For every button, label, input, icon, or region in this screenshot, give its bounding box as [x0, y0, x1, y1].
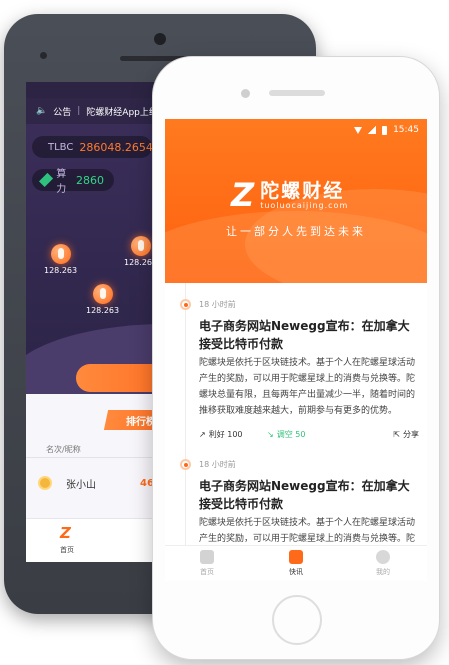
tab-home[interactable]: 首页 [187, 550, 227, 577]
tlbc-balance: TLBC 286048.26548 [32, 136, 160, 158]
news-title[interactable]: 电子商务网站Newegg宣布：在加拿大接受比特币付款 [199, 317, 415, 353]
z-logo-icon: Z [231, 176, 255, 214]
bearish-count: 调空 50 [276, 430, 306, 439]
android-camera [154, 33, 166, 45]
rank-user-name: 张小山 [66, 479, 96, 491]
tab-profile[interactable]: 我的 [363, 550, 403, 577]
bearish-button[interactable]: ↘ 调空 50 [267, 429, 305, 440]
coin-amount: 128.263 [44, 266, 78, 275]
tab-flash-news[interactable]: 快讯 [276, 550, 316, 577]
home-button[interactable] [272, 595, 322, 645]
power-value: 2860 [76, 173, 104, 187]
iphone-speaker [269, 90, 325, 96]
tlbc-label: TLBC [48, 141, 74, 153]
brand-domain: tuoluocaijing.com [260, 200, 349, 210]
brand-name: 陀螺财经 [260, 179, 345, 202]
notice-label: 公告 [53, 107, 72, 118]
flash-news-icon [289, 550, 303, 564]
news-actions: ↗ 利好 100 ↘ 调空 50 ⇱ 分享 [199, 429, 419, 443]
home-icon [200, 550, 214, 564]
power-icon [38, 172, 54, 188]
status-time: 15:45 [393, 125, 419, 135]
rank-column-name: 名次/昵称 [46, 445, 81, 454]
status-bar: 15:45 [354, 125, 419, 135]
brand-banner: 15:45 Z 陀螺财经 tuoluocaijing.com 让一部分人先到达未… [165, 119, 427, 283]
news-body: 陀螺块是依托于区块链技术。基于个人在陀螺星球活动产生的奖励，可以用于陀螺星球上的… [199, 358, 416, 416]
power-label: 算力 [56, 169, 67, 195]
coin-icon [92, 284, 113, 304]
home-logo-icon[interactable]: Z [60, 525, 78, 541]
timeline-dot [180, 459, 191, 470]
tab-flash-news-label: 快讯 [289, 568, 303, 576]
tlbc-value: 286048.26548 [79, 140, 160, 154]
tab-bar: 首页 快讯 我的 [165, 545, 427, 581]
gold-medal-icon [38, 476, 52, 490]
iphone: 15:45 Z 陀螺财经 tuoluocaijing.com 让一部分人先到达未… [152, 56, 440, 660]
trend-down-icon: ↘ [267, 430, 274, 439]
news-time: 18 小时前 [199, 460, 236, 469]
power-balance: 算力 2860 [32, 169, 114, 195]
tab-home-label: 首页 [200, 568, 214, 576]
news-title[interactable]: 电子商务网站Newegg宣布：在加拿大接受比特币付款 [199, 477, 415, 513]
profile-icon [376, 550, 390, 564]
iphone-screen: 15:45 Z 陀螺财经 tuoluocaijing.com 让一部分人先到达未… [165, 119, 427, 581]
brand-slogan: 让一部分人先到达未来 [226, 225, 366, 238]
promo-stage: C 🔈 公告 | 陀螺财经App上线，50亿T TLBC 286048.2654… [0, 0, 449, 665]
speaker-icon: 🔈 [36, 106, 48, 116]
share-icon: ⇱ [393, 430, 400, 439]
share-button[interactable]: ⇱ 分享 [393, 429, 419, 440]
battery-icon [382, 125, 388, 135]
iphone-camera [241, 89, 250, 98]
tab-profile-label: 我的 [376, 568, 390, 576]
timeline-line [185, 283, 186, 545]
coin-icon [50, 244, 71, 264]
timeline-dot [180, 299, 191, 310]
trend-up-icon: ↗ [199, 430, 206, 439]
coin-bubble[interactable]: 128.263 [44, 244, 77, 275]
bullish-button[interactable]: ↗ 利好 100 [199, 429, 243, 440]
share-label: 分享 [403, 430, 419, 439]
wifi-icon [354, 126, 363, 134]
android-sensor [40, 52, 47, 59]
tab-home-label[interactable]: 首页 [60, 545, 74, 555]
coin-icon [130, 236, 151, 256]
coin-amount: 128.263 [86, 306, 120, 315]
signal-icon [368, 126, 377, 134]
tlbc-icon [37, 142, 47, 152]
notice-separator: | [77, 106, 81, 116]
coin-bubble[interactable]: 128.263 [86, 284, 119, 315]
bullish-count: 利好 100 [208, 430, 243, 439]
brand-logo: Z 陀螺财经 tuoluocaijing.com [231, 179, 348, 211]
news-time: 18 小时前 [199, 300, 236, 309]
news-feed: 18 小时前 电子商务网站Newegg宣布：在加拿大接受比特币付款 陀螺块是依托… [165, 283, 427, 560]
